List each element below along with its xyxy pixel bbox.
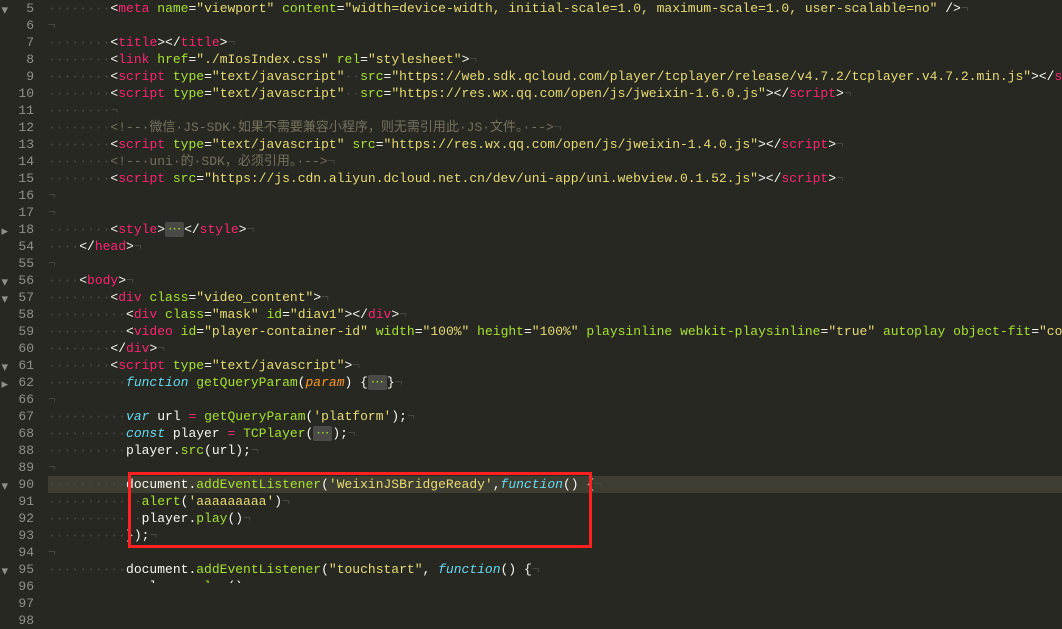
code-line[interactable]: ········<script type="text/javascript" s… (48, 136, 1062, 153)
code-line[interactable]: ··········var url = getQueryParam('platf… (48, 408, 1062, 425)
code-line[interactable]: ··········<div class="mask" id="diav1"><… (48, 306, 1062, 323)
line-number[interactable]: 97 (0, 595, 34, 612)
line-number[interactable]: 12 (0, 119, 34, 136)
code-line[interactable]: ··········document.addEventListener("tou… (48, 561, 1062, 578)
code-line[interactable]: ········<script type="text/javascript"··… (48, 85, 1062, 102)
code-line[interactable]: ¬ (48, 391, 1062, 408)
line-number[interactable]: 18▸ (0, 221, 34, 238)
line-number[interactable]: 91 (0, 493, 34, 510)
line-number[interactable]: 96 (0, 578, 34, 595)
line-number[interactable]: 60 (0, 340, 34, 357)
code-line[interactable]: ········<script src="https://js.cdn.aliy… (48, 170, 1062, 187)
line-number[interactable]: 13 (0, 136, 34, 153)
fold-placeholder[interactable]: ⋯ (368, 375, 387, 390)
code-line[interactable]: ········<!--·微信·JS-SDK·如果不需要兼容小程序，则无需引用此… (48, 119, 1062, 136)
code-line[interactable]: ········<!--·uni·的·SDK，必须引用。·-->¬ (48, 153, 1062, 170)
code-line[interactable]: ··········<video id="player-container-id… (48, 323, 1062, 340)
line-number[interactable]: 59 (0, 323, 34, 340)
line-number[interactable]: 9 (0, 68, 34, 85)
code-line[interactable]: ········¬ (48, 102, 1062, 119)
code-line[interactable]: ¬ (48, 459, 1062, 476)
line-number[interactable]: 56▾ (0, 272, 34, 289)
line-number[interactable]: 93 (0, 527, 34, 544)
line-number[interactable]: 66 (0, 391, 34, 408)
code-line[interactable]: ¬ (48, 17, 1062, 34)
code-line[interactable]: ··········});¬ (48, 527, 1062, 544)
code-line[interactable]: ········<script type="text/javascript"··… (48, 68, 1062, 85)
line-number[interactable]: 88 (0, 442, 34, 459)
fold-placeholder[interactable]: ⋯ (165, 222, 184, 237)
code-line[interactable]: ····</head>¬ (48, 238, 1062, 255)
code-line[interactable]: ············alert('aaaaaaaaa')¬ (48, 493, 1062, 510)
code-line[interactable]: ··········document.addEventListener('Wei… (48, 476, 1062, 493)
fold-placeholder[interactable]: ⋯ (313, 426, 332, 441)
fold-open-icon[interactable]: ▾ (0, 2, 8, 12)
line-number[interactable]: 11 (0, 102, 34, 119)
code-line[interactable]: ········<script type="text/javascript">¬ (48, 357, 1062, 374)
code-line[interactable]: ········<link href="./mIosIndex.css" rel… (48, 51, 1062, 68)
fold-closed-icon[interactable]: ▸ (0, 376, 8, 386)
line-number[interactable]: 94 (0, 544, 34, 561)
fold-closed-icon[interactable]: ▸ (0, 223, 8, 233)
code-line[interactable]: ¬ (48, 544, 1062, 561)
line-number[interactable]: 61▾ (0, 357, 34, 374)
code-line[interactable]: ············player.play();¬ (48, 578, 1062, 583)
code-line[interactable]: ····<body>¬ (48, 272, 1062, 289)
fold-open-icon[interactable]: ▾ (0, 563, 8, 573)
line-number[interactable]: 10 (0, 85, 34, 102)
fold-open-icon[interactable]: ▾ (0, 359, 8, 369)
code-line[interactable]: ········</div>¬ (48, 340, 1062, 357)
line-number[interactable]: 89 (0, 459, 34, 476)
code-line[interactable]: ¬ (48, 204, 1062, 221)
line-number[interactable]: 8 (0, 51, 34, 68)
line-number[interactable]: 57▾ (0, 289, 34, 306)
code-line[interactable]: ············player.play()¬ (48, 510, 1062, 527)
fold-open-icon[interactable]: ▾ (0, 291, 8, 301)
line-number[interactable]: 16 (0, 187, 34, 204)
line-number-gutter[interactable]: 5▾6789101112131415161718▸545556▾57▾58596… (0, 0, 42, 583)
code-editor[interactable]: 5▾6789101112131415161718▸545556▾57▾58596… (0, 0, 1062, 583)
code-line[interactable]: ¬ (48, 255, 1062, 272)
line-number[interactable]: 68 (0, 425, 34, 442)
line-number[interactable]: 15 (0, 170, 34, 187)
line-number[interactable]: 90▾ (0, 476, 34, 493)
line-number[interactable]: 92 (0, 510, 34, 527)
line-number[interactable]: 14 (0, 153, 34, 170)
line-number[interactable]: 58 (0, 306, 34, 323)
line-number[interactable]: 95▾ (0, 561, 34, 578)
line-number[interactable]: 98 (0, 612, 34, 629)
fold-open-icon[interactable]: ▾ (0, 274, 8, 284)
code-line[interactable]: ¬ (48, 187, 1062, 204)
fold-open-icon[interactable]: ▾ (0, 478, 8, 488)
code-line[interactable]: ········<title></title>¬ (48, 34, 1062, 51)
line-number[interactable]: 17 (0, 204, 34, 221)
line-number[interactable]: 62▸ (0, 374, 34, 391)
code-line[interactable]: ··········player.src(url);¬ (48, 442, 1062, 459)
code-line[interactable]: ········<meta name="viewport" content="w… (48, 0, 1062, 17)
code-line[interactable]: ··········function getQueryParam(param) … (48, 374, 1062, 391)
code-line[interactable]: ········<style>⋯</style>¬ (48, 221, 1062, 238)
line-number[interactable]: 5▾ (0, 0, 34, 17)
line-number[interactable]: 67 (0, 408, 34, 425)
code-line[interactable]: ··········const player = TCPlayer(⋯);¬ (48, 425, 1062, 442)
line-number[interactable]: 7 (0, 34, 34, 51)
line-number[interactable]: 55 (0, 255, 34, 272)
line-number[interactable]: 6 (0, 17, 34, 34)
line-number[interactable]: 54 (0, 238, 34, 255)
code-line[interactable]: ········<div class="video_content">¬ (48, 289, 1062, 306)
code-area[interactable]: ········<meta name="viewport" content="w… (42, 0, 1062, 583)
